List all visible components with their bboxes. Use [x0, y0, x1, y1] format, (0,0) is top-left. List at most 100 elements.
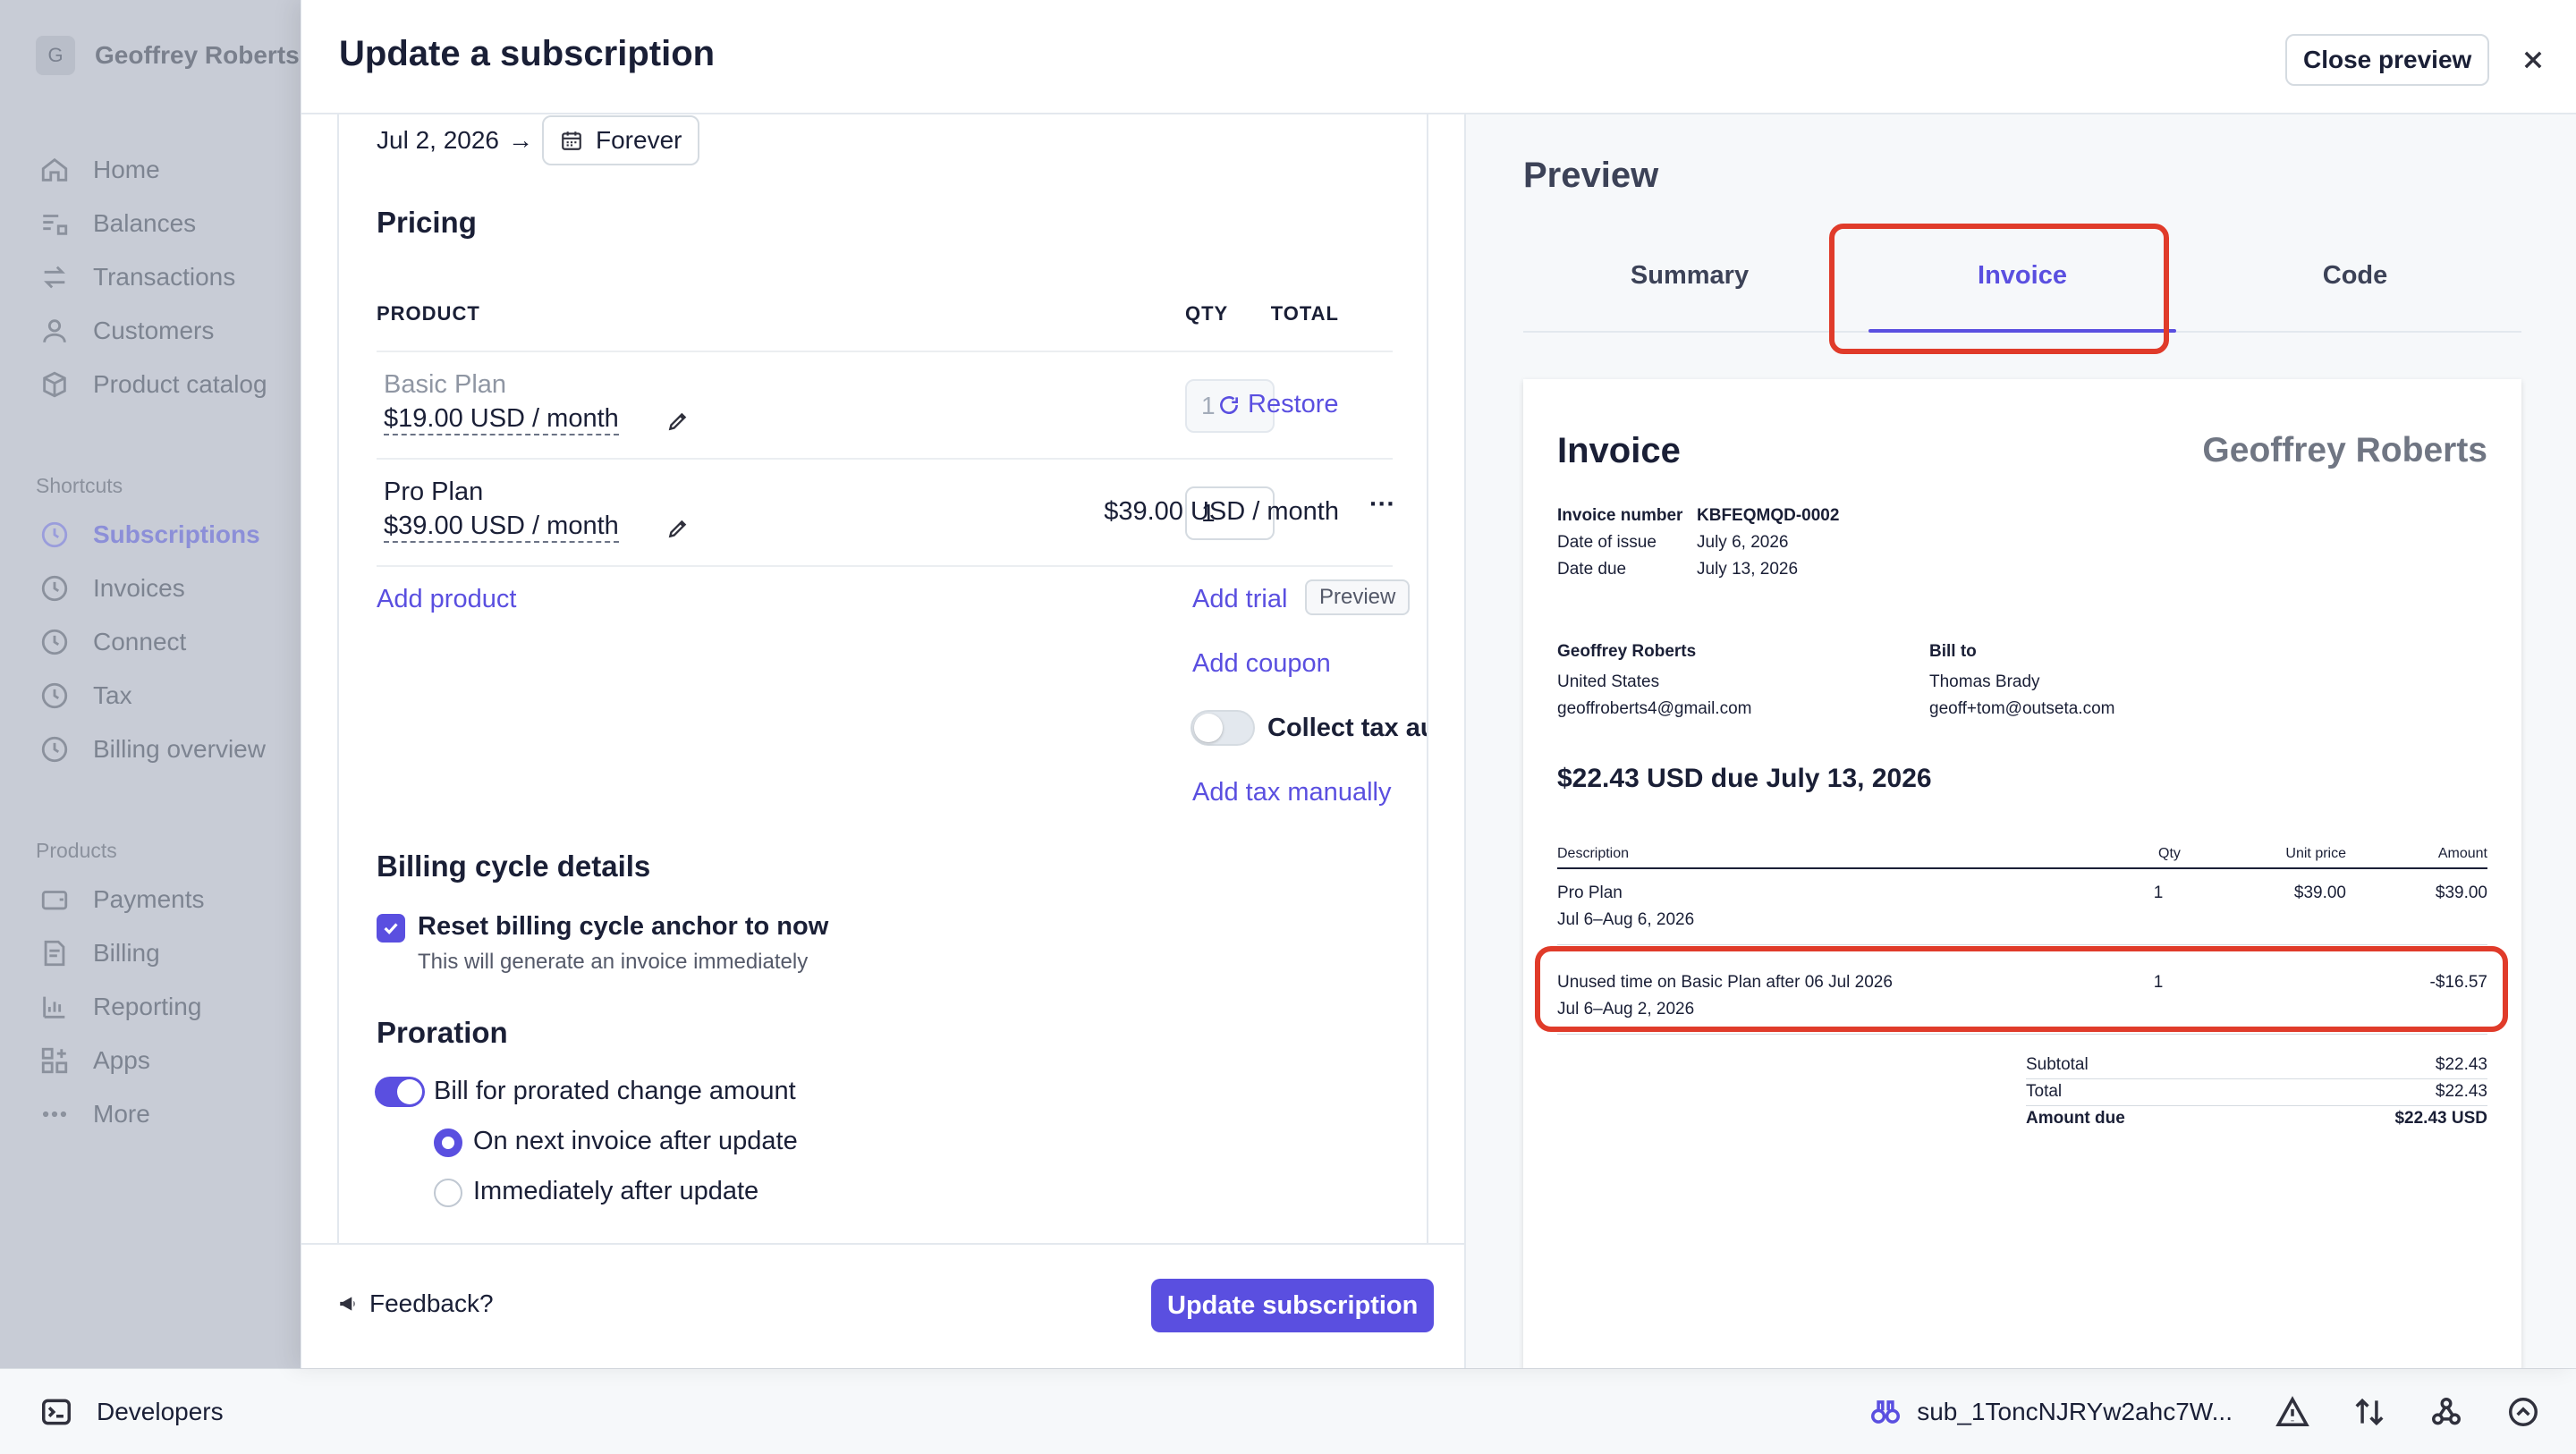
divider	[377, 565, 1393, 567]
add-trial-link[interactable]: Add trial	[1192, 585, 1287, 614]
check-icon	[384, 923, 398, 934]
header-description: Description	[1557, 846, 1630, 861]
restore-button[interactable]: Restore	[1217, 390, 1339, 419]
clock-icon	[41, 629, 68, 655]
balances-icon	[43, 215, 68, 235]
meta-label: Date due	[1557, 560, 1627, 579]
transactions-icon	[44, 266, 65, 289]
pencil-icon[interactable]	[666, 410, 690, 433]
product-reporting[interactable]: Reporting	[39, 980, 205, 1034]
product-price-basic[interactable]: $19.00 USD / month	[384, 404, 619, 435]
nav-item-transactions[interactable]: Transactions	[39, 250, 267, 304]
line-period: Jul 6–Aug 6, 2026	[1557, 910, 1695, 929]
start-date: Jul 2, 2026	[377, 126, 499, 154]
nav-label: Product catalog	[93, 370, 267, 398]
line-unit-price: $39.00	[2293, 883, 2346, 902]
nav-item-balances[interactable]: Balances	[39, 197, 267, 250]
modal-title: Update a subscription	[339, 34, 716, 73]
more-icon	[42, 1111, 67, 1118]
from-country: United States	[1557, 672, 1660, 691]
amount-due-value: $22.43 USD	[2394, 1109, 2487, 1128]
account-switcher[interactable]: G Geoffrey Roberts	[36, 36, 300, 75]
restore-label: Restore	[1248, 390, 1339, 418]
header-qty: Qty	[2158, 846, 2181, 861]
inspect-object-button[interactable]: sub_1ToncNJRYw2ahc7W...	[1868, 1395, 2233, 1429]
column-product: PRODUCT	[377, 302, 480, 325]
line-amount: $39.00	[2435, 883, 2487, 902]
nav-label: Reporting	[93, 993, 202, 1020]
close-modal-button[interactable]	[2514, 41, 2552, 79]
radio-immediately[interactable]	[434, 1179, 462, 1207]
meta-value: July 6, 2026	[1697, 533, 1789, 552]
nav-label: Billing	[93, 939, 160, 967]
nav-item-product-catalog[interactable]: Product catalog	[39, 358, 267, 411]
nav-label: Billing overview	[93, 735, 266, 763]
line-description: Pro Plan	[1557, 883, 1623, 902]
proration-heading: Proration	[377, 1016, 508, 1049]
nav-item-home[interactable]: Home	[39, 143, 267, 197]
column-qty: QTY	[1185, 302, 1229, 325]
total-value: $22.43	[2435, 1082, 2487, 1101]
prorate-toggle[interactable]	[375, 1077, 425, 1107]
row-rule	[1557, 1034, 2487, 1035]
modal-header: Update a subscription Close preview	[301, 0, 2576, 114]
clock-icon	[41, 736, 68, 763]
nav-item-customers[interactable]: Customers	[39, 304, 267, 358]
collect-tax-toggle[interactable]	[1191, 710, 1255, 746]
wallet-icon	[41, 891, 68, 910]
reset-anchor-checkbox[interactable]	[377, 914, 405, 943]
product-name-pro: Pro Plan	[384, 478, 484, 506]
webhooks-icon[interactable]	[2429, 1395, 2463, 1429]
product-payments[interactable]: Payments	[39, 873, 205, 926]
add-coupon-link[interactable]: Add coupon	[1192, 649, 1331, 679]
add-tax-link[interactable]: Add tax manually	[1192, 778, 1391, 807]
subtotal-label: Subtotal	[2026, 1055, 2089, 1074]
preview-panel: Preview Summary Invoice Code Invoice Geo…	[1464, 114, 2576, 1368]
amount-due-label: Amount due	[2026, 1109, 2125, 1128]
shortcut-invoices[interactable]: Invoices	[39, 562, 266, 615]
chevron-up-circle-icon[interactable]	[2506, 1395, 2540, 1429]
product-more[interactable]: More	[39, 1087, 205, 1141]
product-apps[interactable]: Apps	[39, 1034, 205, 1087]
unused-time-highlight	[1535, 946, 2508, 1032]
bill-to-name: Thomas Brady	[1929, 672, 2040, 691]
meta-label: Invoice number	[1557, 506, 1683, 525]
close-preview-button[interactable]: Close preview	[2285, 34, 2490, 86]
divider	[377, 351, 1393, 352]
line-total-pro: $39.00 USD / month	[1104, 497, 1339, 526]
sort-arrows-icon[interactable]	[2352, 1395, 2386, 1429]
products-nav: Payments Billing Reporting Apps More	[39, 873, 205, 1141]
from-email: geoffroberts4@gmail.com	[1557, 699, 1752, 718]
shortcut-subscriptions[interactable]: Subscriptions	[39, 508, 266, 562]
update-subscription-button[interactable]: Update subscription	[1151, 1279, 1435, 1332]
tab-code[interactable]: Code	[2189, 220, 2521, 331]
nav-label: Balances	[93, 209, 197, 237]
bill-to-email: geoff+tom@outseta.com	[1929, 699, 2115, 718]
shortcuts-nav: Subscriptions Invoices Connect Tax Billi…	[39, 508, 266, 776]
shortcuts-heading: Shortcuts	[36, 474, 123, 497]
nav-label: Invoices	[93, 574, 185, 602]
add-product-link[interactable]: Add product	[377, 585, 516, 614]
nav-label: Customers	[93, 317, 215, 344]
developers-button[interactable]: Developers	[39, 1395, 224, 1429]
product-price-pro[interactable]: $39.00 USD / month	[384, 511, 619, 543]
invoice-title: Invoice	[1557, 431, 1681, 470]
pricing-heading: Pricing	[377, 206, 477, 239]
table-rule	[1557, 867, 2487, 869]
tab-summary[interactable]: Summary	[1523, 220, 1856, 331]
terminal-icon	[42, 1399, 71, 1424]
shortcut-billing-overview[interactable]: Billing overview	[39, 723, 266, 776]
pencil-icon[interactable]	[666, 517, 690, 540]
end-date-label: Forever	[596, 126, 682, 154]
preview-badge: Preview	[1305, 579, 1411, 615]
product-billing[interactable]: Billing	[39, 926, 205, 980]
warning-icon[interactable]	[2275, 1395, 2309, 1429]
shortcut-tax[interactable]: Tax	[39, 669, 266, 723]
row-more-button[interactable]: ···	[1369, 490, 1395, 520]
header-unit-price: Unit price	[2285, 846, 2346, 861]
shortcut-connect[interactable]: Connect	[39, 615, 266, 669]
megaphone-icon	[340, 1297, 355, 1311]
feedback-link[interactable]: Feedback?	[337, 1289, 494, 1318]
end-date-picker[interactable]: Forever	[542, 115, 700, 165]
radio-next-invoice[interactable]	[434, 1129, 462, 1157]
